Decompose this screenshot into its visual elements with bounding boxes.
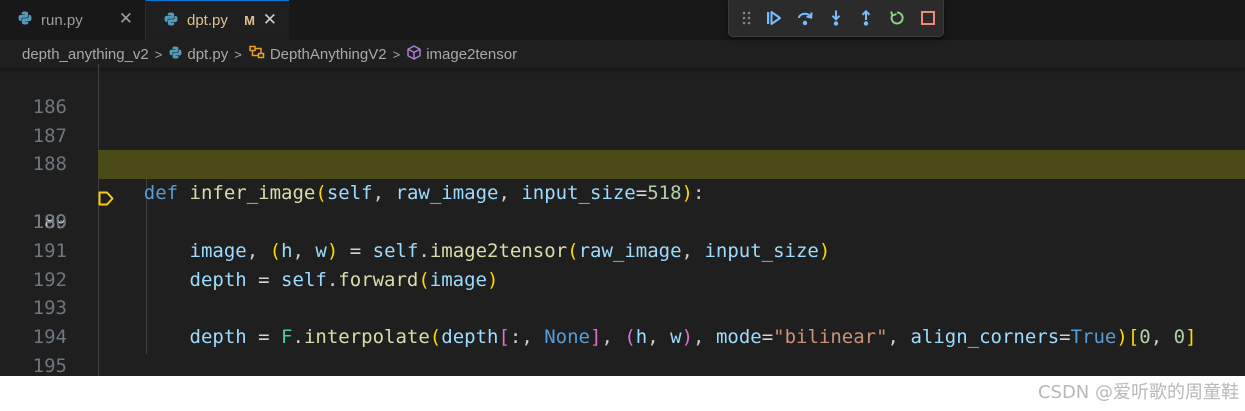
breadcrumb-method[interactable]: image2tensor bbox=[426, 46, 517, 63]
debug-toolbar bbox=[728, 0, 944, 37]
close-tab-icon[interactable]: ✕ bbox=[119, 9, 133, 29]
code-line[interactable]: 192 bbox=[0, 237, 1245, 291]
class-symbol-icon bbox=[249, 45, 265, 63]
stop-icon[interactable] bbox=[912, 4, 943, 32]
breadcrumb-class[interactable]: DepthAnythingV2 bbox=[270, 46, 387, 63]
code-line[interactable]: 194 bbox=[0, 294, 1245, 348]
code-line[interactable]: 187 @torch.no_grad() bbox=[0, 93, 1245, 176]
code-line[interactable]: 195 return depth.cpu().numpy() bbox=[0, 323, 1245, 376]
breadcrumb-separator: > bbox=[392, 46, 401, 62]
tab-label: dpt.py bbox=[187, 12, 228, 29]
code-editor[interactable]: run.py ✕ dpt.py M ✕ depth_anything_v2 > … bbox=[0, 0, 1245, 376]
python-file-icon bbox=[169, 45, 182, 63]
close-tab-icon[interactable]: ✕ bbox=[263, 10, 277, 30]
breadcrumb-separator: > bbox=[154, 46, 163, 62]
tab-bar: run.py ✕ dpt.py M ✕ bbox=[0, 0, 1245, 40]
method-symbol-icon bbox=[407, 44, 421, 64]
breadcrumb-separator: > bbox=[234, 46, 242, 62]
step-out-icon[interactable] bbox=[851, 4, 882, 32]
restart-icon[interactable] bbox=[882, 4, 913, 32]
drag-handle-icon[interactable] bbox=[729, 4, 759, 32]
watermark: CSDN @爱听歌的周童鞋 bbox=[1037, 382, 1239, 403]
modified-indicator: M bbox=[244, 13, 255, 28]
continue-icon[interactable] bbox=[759, 4, 790, 32]
breadcrumb-folder[interactable]: depth_anything_v2 bbox=[22, 46, 149, 63]
code-line[interactable]: 190 bbox=[0, 179, 1245, 233]
python-file-icon bbox=[164, 12, 180, 30]
code-line[interactable]: 193 depth = F.interpolate(depth[:, None]… bbox=[0, 266, 1245, 348]
current-debug-line[interactable]: 189 image, (h, w) = self.image2tensor(ra… bbox=[0, 150, 1245, 262]
step-over-icon[interactable] bbox=[789, 4, 820, 32]
code-line[interactable]: 196 bbox=[0, 352, 1245, 376]
python-file-icon bbox=[18, 11, 34, 29]
tab-run-py[interactable]: run.py ✕ bbox=[0, 0, 146, 40]
code-line[interactable]: 191 depth = self.forward(image) bbox=[0, 208, 1245, 291]
code-line[interactable]: 186 bbox=[0, 64, 1245, 118]
code-lines[interactable]: 186 187 @torch.no_grad() 188 def infer_i… bbox=[0, 64, 1245, 376]
tab-label: run.py bbox=[41, 11, 83, 29]
breadcrumb-file[interactable]: dpt.py bbox=[187, 46, 228, 63]
step-into-icon[interactable] bbox=[820, 4, 851, 32]
code-line[interactable]: 188 def infer_image(self, raw_image, inp… bbox=[0, 122, 1245, 204]
tab-dpt-py[interactable]: dpt.py M ✕ bbox=[146, 0, 289, 40]
